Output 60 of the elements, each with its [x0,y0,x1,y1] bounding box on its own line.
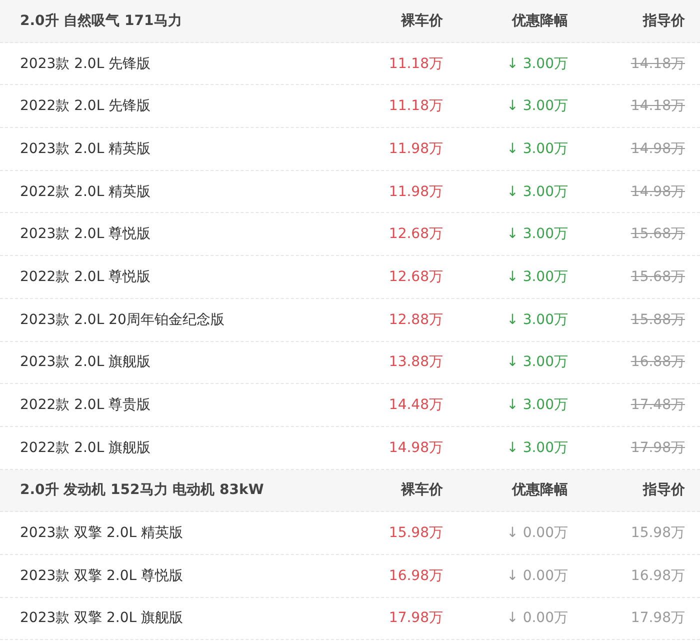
column-header: 裸车价 [400,12,443,30]
discount: ↓ 3.00万 [506,268,568,286]
discount: ↓ 3.00万 [506,225,568,244]
guide-price: 15.68万 [630,225,685,244]
discount: ↓ 3.00万 [506,97,568,116]
trim-name: 2023款 2.0L 先锋版 [20,54,152,73]
trim-name: 2022款 2.0L 尊悦版 [20,268,152,286]
guide-price: 17.98万 [630,438,685,457]
trim-name: 2022款 2.0L 旗舰版 [20,438,152,457]
discount: ↓ 3.00万 [506,140,568,158]
guide-price: 17.48万 [630,396,685,414]
guide-price: 14.98万 [630,140,685,158]
trim-name: 2022款 2.0L 尊贵版 [20,396,152,414]
column-header: 指导价 [642,12,685,30]
trim-name: 2022款 2.0L 精英版 [20,182,152,201]
trim-name: 2022款 2.0L 先锋版 [20,97,152,116]
price: 11.18万 [388,97,443,116]
discount: ↓ 3.00万 [506,396,568,414]
trim-name: 2023款 2.0L 精英版 [20,140,152,158]
column-header: 优惠降幅 [510,481,568,500]
discount: ↓ 0.00万 [506,524,568,542]
trim-name: 2023款 双擎 2.0L 精英版 [20,524,184,542]
guide-price: 14.18万 [630,97,685,116]
guide-price: 15.88万 [630,310,685,329]
price: 14.48万 [388,396,443,414]
guide-price: 15.68万 [630,268,685,286]
guide-price: 16.88万 [630,353,685,372]
price: 17.98万 [388,609,443,628]
price: 16.98万 [388,566,443,585]
column-header: 优惠降幅 [510,12,568,30]
trim-name: 2023款 2.0L 尊悦版 [20,225,152,244]
discount: ↓ 3.00万 [506,353,568,372]
discount: ↓ 3.00万 [506,182,568,201]
price: 11.18万 [388,54,443,73]
trim-name: 2023款 双擎 2.0L 旗舰版 [20,609,184,628]
guide-price: 17.98万 [630,609,685,628]
discount: ↓ 0.00万 [506,566,568,585]
price: 11.98万 [388,182,443,201]
column-header: 指导价 [642,481,685,500]
guide-price: 15.98万 [630,524,685,542]
price: 12.68万 [388,225,443,244]
price: 13.88万 [388,353,443,372]
trim-name: 2023款 2.0L 20周年铂金纪念版 [20,310,226,329]
group-title: 2.0升 自然吸气 171马力 [20,12,183,30]
group-title: 2.0升 发动机 152马力 电动机 83kW [20,481,265,500]
trim-name: 2023款 2.0L 旗舰版 [20,353,152,372]
guide-price: 14.18万 [630,54,685,73]
guide-price: 14.98万 [630,182,685,201]
price: 14.98万 [388,438,443,457]
price: 12.88万 [388,310,443,329]
column-header: 裸车价 [400,481,443,500]
discount: ↓ 0.00万 [506,609,568,628]
trim-name: 2023款 双擎 2.0L 尊悦版 [20,566,184,585]
discount: ↓ 3.00万 [506,54,568,73]
price: 12.68万 [388,268,443,286]
discount: ↓ 3.00万 [506,438,568,457]
price: 15.98万 [388,524,443,542]
guide-price: 16.98万 [630,566,685,585]
price: 11.98万 [388,140,443,158]
discount: ↓ 3.00万 [506,310,568,329]
